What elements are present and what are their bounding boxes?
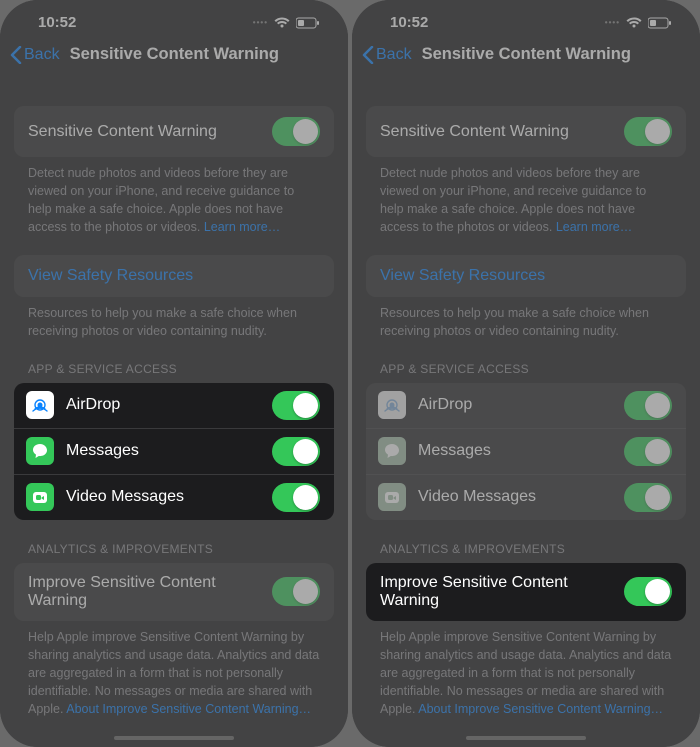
improve-scw-label: Improve Sensitive Content Warning [28,574,272,610]
video-messages-label: Video Messages [66,488,260,506]
row-airdrop[interactable]: AirDrop [14,383,334,428]
improve-scw-toggle[interactable] [272,577,320,606]
back-label: Back [376,46,412,64]
apps-group: AirDrop Messages Video Messages [366,383,686,520]
view-safety-resources[interactable]: View Safety Resources [366,255,686,297]
video-messages-label: Video Messages [418,488,612,506]
scw-toggle-row[interactable]: Sensitive Content Warning [14,106,334,157]
scw-footer: Detect nude photos and videos before the… [14,157,334,237]
safety-footer: Resources to help you make a safe choice… [14,297,334,340]
row-messages[interactable]: Messages [14,428,334,474]
apps-header: APP & SERVICE ACCESS [14,340,334,383]
video-messages-icon [378,483,406,511]
wifi-icon [626,17,642,29]
nav-bar: Back Sensitive Content Warning [352,37,700,76]
scw-toggle-label: Sensitive Content Warning [380,123,569,141]
cellular-dots: •••• [253,18,268,27]
back-label: Back [24,46,60,64]
analytics-footer: Help Apple improve Sensitive Content War… [366,621,686,719]
airdrop-toggle[interactable] [272,391,320,420]
video-messages-toggle[interactable] [624,483,672,512]
back-button[interactable]: Back [10,46,60,64]
home-indicator [466,736,586,740]
messages-toggle[interactable] [272,437,320,466]
status-time: 10:52 [38,14,76,31]
airdrop-label: AirDrop [66,396,260,414]
analytics-header: ANALYTICS & IMPROVEMENTS [366,520,686,563]
airdrop-icon [378,391,406,419]
airdrop-toggle[interactable] [624,391,672,420]
row-airdrop[interactable]: AirDrop [366,383,686,428]
messages-label: Messages [418,442,612,460]
video-messages-icon [26,483,54,511]
scw-toggle[interactable] [624,117,672,146]
improve-scw-row[interactable]: Improve Sensitive Content Warning [14,563,334,621]
back-button[interactable]: Back [362,46,412,64]
messages-toggle[interactable] [624,437,672,466]
row-video-messages[interactable]: Video Messages [14,474,334,520]
chevron-left-icon [362,46,374,64]
improve-scw-toggle[interactable] [624,577,672,606]
chevron-left-icon [10,46,22,64]
airdrop-icon [26,391,54,419]
analytics-footer: Help Apple improve Sensitive Content War… [14,621,334,719]
safety-footer: Resources to help you make a safe choice… [366,297,686,340]
cellular-dots: •••• [605,18,620,27]
row-video-messages[interactable]: Video Messages [366,474,686,520]
messages-icon [378,437,406,465]
status-time: 10:52 [390,14,428,31]
about-improve-link[interactable]: About Improve Sensitive Content Warning… [418,702,663,716]
status-bar: 10:52 •••• [0,0,348,37]
improve-scw-row[interactable]: Improve Sensitive Content Warning [366,563,686,621]
apps-group: AirDrop Messages Video Messages [14,383,334,520]
learn-more-link[interactable]: Learn more… [204,220,280,234]
screenshot-left: 10:52 •••• Back Sensitive Content Warnin… [0,0,348,747]
screenshot-right: 10:52 •••• Back Sensitive Content Warnin… [352,0,700,747]
video-messages-toggle[interactable] [272,483,320,512]
scw-footer: Detect nude photos and videos before the… [366,157,686,237]
status-bar: 10:52 •••• [352,0,700,37]
scw-toggle[interactable] [272,117,320,146]
battery-icon [648,17,672,29]
learn-more-link[interactable]: Learn more… [556,220,632,234]
improve-scw-label: Improve Sensitive Content Warning [380,574,624,610]
battery-icon [296,17,320,29]
nav-title: Sensitive Content Warning [70,45,279,64]
scw-toggle-label: Sensitive Content Warning [28,123,217,141]
airdrop-label: AirDrop [418,396,612,414]
messages-label: Messages [66,442,260,460]
view-safety-resources[interactable]: View Safety Resources [14,255,334,297]
home-indicator [114,736,234,740]
wifi-icon [274,17,290,29]
about-improve-link[interactable]: About Improve Sensitive Content Warning… [66,702,311,716]
scw-toggle-row[interactable]: Sensitive Content Warning [366,106,686,157]
apps-header: APP & SERVICE ACCESS [366,340,686,383]
analytics-header: ANALYTICS & IMPROVEMENTS [14,520,334,563]
nav-bar: Back Sensitive Content Warning [0,37,348,76]
nav-title: Sensitive Content Warning [422,45,631,64]
row-messages[interactable]: Messages [366,428,686,474]
messages-icon [26,437,54,465]
